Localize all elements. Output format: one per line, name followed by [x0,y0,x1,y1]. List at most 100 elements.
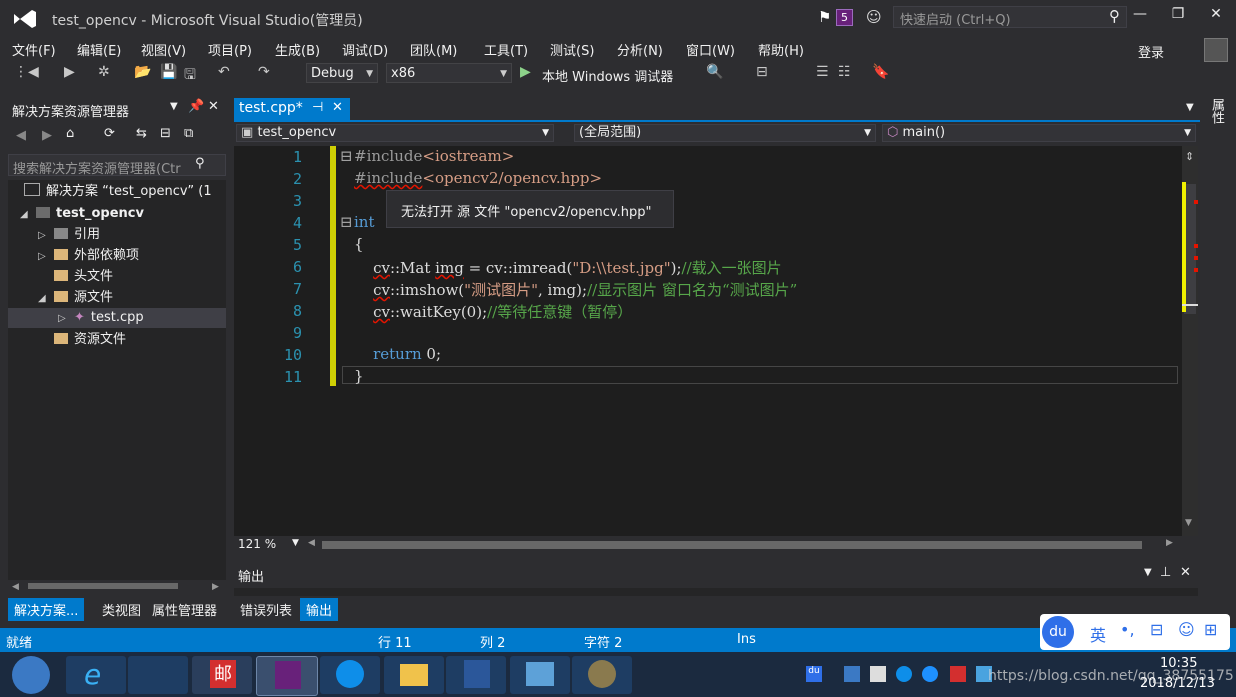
save-icon[interactable]: 💾 [160,64,177,80]
internet-explorer-icon[interactable]: e [66,656,126,694]
collapse-icon[interactable]: ⊟ [340,147,353,165]
tab-property-manager[interactable]: 属性管理器 [152,600,217,619]
tree-item-project[interactable]: ◢ test_opencv [20,204,144,224]
solution-config-select[interactable]: Debug ▼ [306,63,378,83]
expand-icon[interactable]: ▷ [38,247,54,267]
close-button[interactable]: ✕ [1202,6,1230,26]
quick-launch-input[interactable]: 快速启动 (Ctrl+Q) ⚲ [893,6,1127,28]
tab-output[interactable]: 输出 [300,598,339,621]
scroll-left-icon[interactable]: ◀ [12,582,22,592]
tab-overflow-icon[interactable]: ▼ [1186,102,1194,113]
visual-studio-taskbar-icon[interactable] [256,656,318,696]
redo-icon[interactable]: ↷ [258,64,270,80]
menu-help[interactable]: 帮助(H) [758,40,804,59]
open-file-icon[interactable]: 📂 [134,64,151,80]
expand-icon[interactable]: ◢ [20,205,36,225]
side-tab-properties[interactable]: 属性 [1206,98,1226,124]
login-link[interactable]: 登录 [1138,42,1164,61]
member-nav-select[interactable]: ⬡ main() ▼ [882,124,1196,142]
home-icon[interactable]: ⌂ [66,126,74,141]
zoom-level[interactable]: 121 % [238,537,276,551]
bookmark-icon[interactable]: 🔖 [872,64,889,80]
start-debugging-icon[interactable]: ▶ [520,64,531,80]
scroll-thumb[interactable] [28,583,178,589]
back-icon[interactable]: ◀ [16,128,26,143]
pin-icon[interactable]: 📌 [188,99,204,114]
tree-item-external-deps[interactable]: ▷ 外部依赖项 [38,246,139,266]
tray-icon[interactable] [844,666,860,682]
uncomment-icon[interactable]: ☷ [838,64,851,80]
solution-explorer-search-input[interactable]: 搜索解决方案资源管理器(Ctr ⚲ [8,154,226,177]
new-project-icon[interactable]: ✲ [98,64,110,80]
menu-build[interactable]: 生成(B) [275,40,320,59]
mail-app-icon[interactable]: 邮 [192,656,252,694]
minimize-button[interactable]: — [1126,6,1154,26]
save-all-icon[interactable]: 🖫 [184,64,196,88]
tray-icon[interactable] [950,666,966,682]
editor-vscrollbar[interactable]: ⇕ ▼ [1182,146,1198,536]
solution-platform-select[interactable]: x86 ▼ [386,63,512,83]
start-debugging-button[interactable]: 本地 Windows 调试器 [542,66,673,85]
menu-test[interactable]: 测试(S) [550,40,594,59]
sync-icon[interactable]: ⇆ [136,126,147,141]
tray-icon[interactable] [922,666,938,682]
teamviewer-icon[interactable] [320,656,380,694]
menu-debug[interactable]: 调试(D) [342,40,388,59]
chevron-down-icon[interactable]: ▼ [292,538,299,548]
expand-icon[interactable]: ▷ [58,309,74,329]
clock-date[interactable]: 2018/12/13 [1140,676,1215,691]
grid-icon[interactable]: ⊞ [1204,620,1217,639]
find-in-files-icon[interactable]: 🔍 [706,64,723,80]
user-icon[interactable]: ☺ [1178,620,1195,639]
project-nav-select[interactable]: ▣ test_opencv ▼ [236,124,554,142]
notification-flag-icon[interactable]: ⚑ [818,8,831,26]
pin-icon[interactable]: ⊥ [1160,565,1171,580]
feedback-icon[interactable]: ☺ [866,8,882,26]
notification-count-badge[interactable]: 5 [836,9,853,26]
remote-desktop-icon[interactable] [510,656,570,694]
document-tab[interactable]: test.cpp* ⊣ ✕ [234,98,350,120]
tree-item-resource-files[interactable]: 资源文件 [54,330,126,350]
tray-icon[interactable] [870,666,886,682]
ime-language[interactable]: 英 [1090,622,1106,646]
menu-edit[interactable]: 编辑(E) [77,40,121,59]
file-explorer-icon[interactable] [384,656,444,694]
tree-item-header-files[interactable]: 头文件 [54,267,113,287]
code-editor[interactable]: 1 2 3 4 5 6 7 8 9 10 11 ⊟ #include<iostr… [234,146,1182,536]
tree-item-source-files[interactable]: ◢ 源文件 [38,288,113,308]
menu-analyze[interactable]: 分析(N) [617,40,663,59]
scroll-right-icon[interactable]: ▶ [1166,538,1173,548]
close-tab-icon[interactable]: ✕ [332,100,343,115]
tab-error-list[interactable]: 错误列表 [240,600,292,619]
menu-view[interactable]: 视图(V) [141,40,186,59]
split-icon[interactable]: ⇕ [1185,150,1194,163]
show-all-files-icon[interactable]: ⧉ [184,126,193,141]
expand-icon[interactable]: ▷ [38,226,54,246]
tree-item-solution[interactable]: 解决方案 “test_opencv” (1 [24,182,212,202]
solution-explorer-toggle-icon[interactable]: ⊟ [756,64,768,80]
scroll-thumb[interactable] [322,541,1142,549]
menu-project[interactable]: 项目(P) [208,40,252,59]
collapse-icon[interactable]: ⊟ [340,213,353,231]
close-panel-icon[interactable]: ✕ [1180,565,1191,580]
undo-icon[interactable]: ↶ [218,64,230,80]
tray-icon[interactable] [896,666,912,682]
tab-class-view[interactable]: 类视图 [102,600,141,619]
scroll-down-icon[interactable]: ▼ [1185,518,1192,528]
start-button[interactable] [12,656,50,694]
baidu-tray-icon[interactable]: du [806,666,822,682]
clock-time[interactable]: 10:35 [1160,656,1197,671]
tree-item-test-cpp[interactable]: ▷ ✦ test.cpp [8,308,226,328]
photo-viewer-icon[interactable] [572,656,632,694]
scope-nav-select[interactable]: (全局范围) ▼ [574,124,876,142]
menu-tools[interactable]: 工具(T) [484,40,528,59]
menu-window[interactable]: 窗口(W) [686,40,735,59]
navigate-back-icon[interactable]: ◀ [28,64,39,80]
menu-file[interactable]: 文件(F) [12,40,56,59]
dropdown-icon[interactable]: ▼ [1144,567,1152,578]
restore-button[interactable]: ❐ [1164,6,1192,26]
word-icon[interactable] [446,656,506,694]
tree-item-references[interactable]: ▷ 引用 [38,225,100,245]
collapse-all-icon[interactable]: ⊟ [160,126,171,141]
scroll-left-icon[interactable]: ◀ [308,538,315,548]
